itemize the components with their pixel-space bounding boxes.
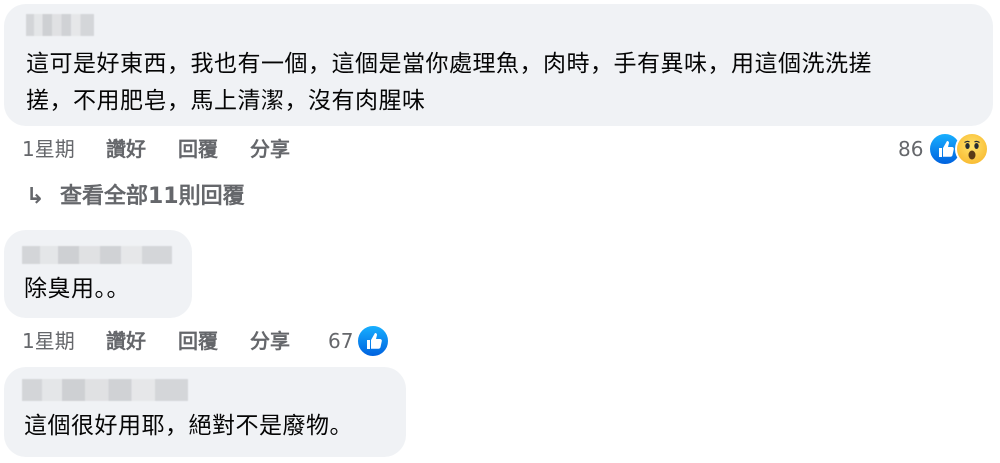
comment-timestamp[interactable]: 1星期 (22, 135, 75, 163)
comment-text: 除臭用。。 (24, 276, 130, 302)
commenter-name-blurred[interactable] (22, 246, 172, 264)
reply-button[interactable]: 回覆 (178, 135, 218, 163)
comment-text: 這個很好用耶，絕對不是廢物。 (24, 413, 353, 439)
comment-text: 這可是好東西，我也有一個，這個是當你處理魚，肉時，手有異味，用這個洗洗搓 (26, 51, 872, 77)
wow-icon (955, 132, 989, 166)
like-button[interactable]: 讚好 (106, 327, 146, 355)
reaction-count[interactable]: 86 (898, 135, 923, 163)
view-replies-label: 查看全部11則回覆 (60, 184, 245, 209)
reply-arrow-icon: ↳ (26, 184, 45, 209)
commenter-name-blurred[interactable] (26, 14, 94, 36)
view-replies-link[interactable]: ↳ 查看全部11則回覆 (26, 182, 245, 212)
comment-bubble: 這可是好東西，我也有一個，這個是當你處理魚，肉時，手有異味，用這個洗洗搓 搓，不… (4, 4, 993, 126)
share-button[interactable]: 分享 (250, 135, 290, 163)
comment-bubble: 這個很好用耶，絕對不是廢物。 (4, 367, 406, 457)
share-button[interactable]: 分享 (250, 327, 290, 355)
commenter-name-blurred[interactable] (22, 379, 188, 401)
like-icon (356, 324, 390, 358)
comment-actions: 1星期 讚好 回覆 分享 (22, 135, 982, 163)
reaction-count[interactable]: 67 (328, 327, 353, 355)
comment-timestamp[interactable]: 1星期 (22, 327, 75, 355)
comment-bubble: 除臭用。。 (4, 230, 192, 318)
like-button[interactable]: 讚好 (106, 135, 146, 163)
comment-text-continued: 搓，不用肥皂，馬上清潔，沒有肉腥味 (26, 88, 426, 114)
reply-button[interactable]: 回覆 (178, 327, 218, 355)
